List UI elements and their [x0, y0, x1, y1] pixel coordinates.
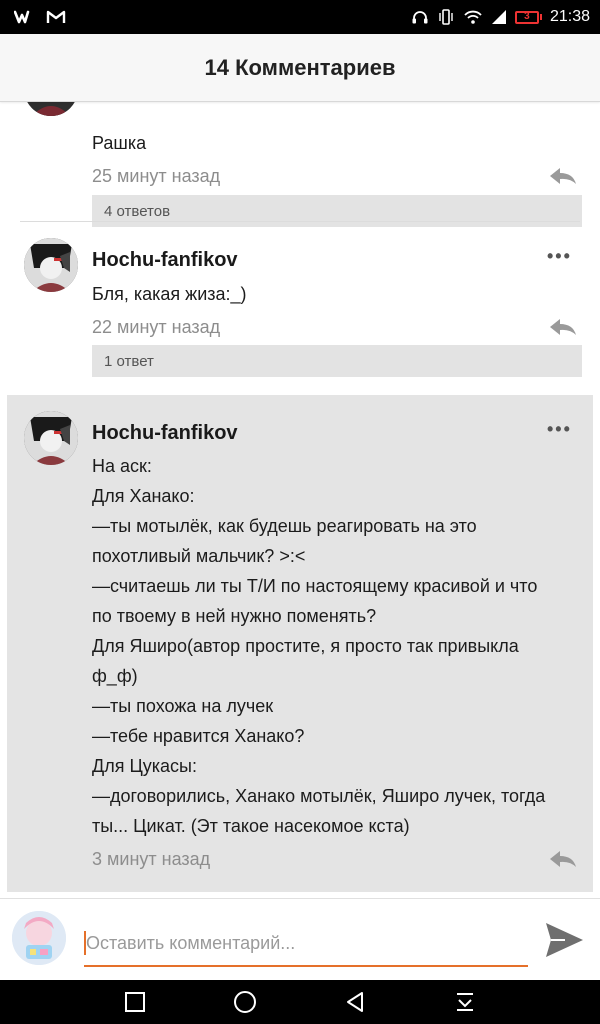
- comment-time: 25 минут назад: [92, 166, 221, 186]
- comment-line: —ты похожа на лучек: [92, 696, 274, 716]
- wattpad-w-icon: [14, 9, 36, 25]
- reply-icon[interactable]: [548, 165, 578, 187]
- avatar[interactable]: [24, 411, 78, 465]
- comments-list[interactable]: Рашка 25 минут назад 4 ответов Hochu-fan…: [0, 102, 600, 898]
- back-button[interactable]: [341, 988, 369, 1016]
- recents-button[interactable]: [121, 988, 149, 1016]
- page-title: 14 Комментариев: [204, 54, 396, 80]
- vibrate-icon: [437, 9, 455, 25]
- status-left: [14, 9, 66, 25]
- header: 14 Комментариев: [0, 34, 600, 102]
- reply-icon[interactable]: [548, 848, 578, 870]
- pull-down-icon: [457, 993, 473, 1011]
- comment-line: по твоему в ней нужно поменять?: [92, 606, 377, 626]
- avatar[interactable]: [24, 238, 78, 292]
- comment-line: ф_ф): [92, 666, 138, 686]
- comment-line: похотливый мальчик? >:<: [92, 546, 306, 566]
- system-nav-bar: [0, 980, 600, 1024]
- comment-line: —ты мотылёк, как будешь реагировать на э…: [92, 516, 477, 536]
- more-options-icon[interactable]: •••: [547, 246, 572, 267]
- wifi-icon: [463, 9, 483, 25]
- comment-composer: Оставить комментарий...: [0, 898, 600, 980]
- comment-item-highlighted: Hochu-fanfikov ••• На аск: Для Ханако: —…: [7, 395, 593, 892]
- replies-count-button[interactable]: 1 ответ: [92, 345, 582, 377]
- comment-text: Бля, какая жиза:_): [92, 284, 247, 304]
- headphones-icon: [411, 9, 429, 25]
- comment-username[interactable]: Hochu-fanfikov: [92, 422, 238, 445]
- comment-line: На аск:: [92, 456, 152, 476]
- comment-line: Для Яширо(автор простите, я просто так п…: [92, 636, 519, 656]
- comment-time: 3 минут назад: [92, 849, 211, 869]
- user-avatar[interactable]: [12, 911, 66, 965]
- comment-time: 22 минут назад: [92, 317, 221, 337]
- comment-input-placeholder: Оставить комментарий...: [86, 932, 296, 953]
- send-icon[interactable]: [543, 919, 585, 961]
- reply-icon[interactable]: [548, 316, 578, 338]
- triangle-back-icon: [347, 992, 363, 1012]
- status-right: 3 21:38: [411, 8, 590, 26]
- status-bar: 3 21:38: [0, 0, 600, 34]
- clock: 21:38: [549, 8, 590, 25]
- gmail-m-icon: [46, 9, 66, 25]
- comment-item: Hochu-fanfikov ••• Бля, какая жиза:_) 22…: [0, 222, 600, 394]
- comment-line: —считаешь ли ты Т/И по настоящему красив…: [92, 576, 538, 596]
- comment-line: —договорились, Ханако мотылёк, Яширо луч…: [92, 786, 546, 806]
- signal-icon: [491, 9, 507, 25]
- square-icon: [125, 992, 145, 1012]
- comment-line: Для Цукасы:: [92, 756, 197, 776]
- comment-item: Рашка 25 минут назад 4 ответов: [0, 102, 600, 227]
- comment-line: ты... Цикат. (Эт такое насекомое кста): [92, 816, 410, 836]
- more-options-icon[interactable]: •••: [547, 419, 572, 440]
- comment-input[interactable]: Оставить комментарий...: [84, 921, 528, 967]
- notifications-pull-button[interactable]: [451, 988, 479, 1016]
- battery-level: 3: [514, 10, 539, 24]
- comment-text: Рашка: [92, 133, 147, 153]
- circle-icon: [234, 991, 256, 1013]
- battery-icon: 3: [514, 10, 542, 24]
- home-button[interactable]: [231, 988, 259, 1016]
- comment-line: Для Ханако:: [92, 486, 195, 506]
- avatar[interactable]: [24, 102, 78, 116]
- comment-username[interactable]: Hochu-fanfikov: [92, 249, 238, 272]
- comment-line: —тебе нравится Ханако?: [92, 726, 305, 746]
